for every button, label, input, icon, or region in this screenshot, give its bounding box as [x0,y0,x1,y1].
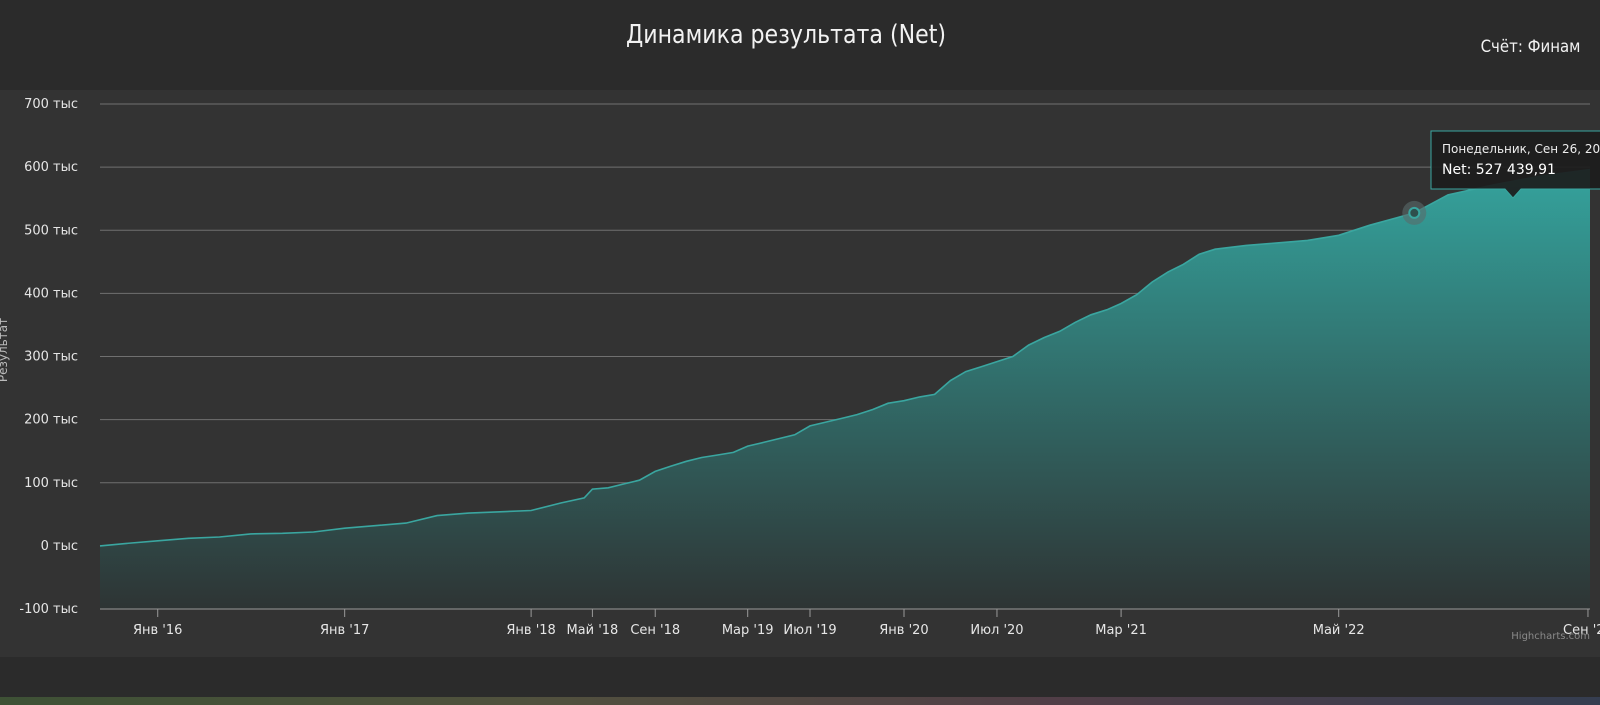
y-tick-label: 500 тыс [24,223,78,238]
chart-title: Динамика результата (Net) [625,20,947,50]
y-axis-title: Результат [0,318,10,382]
series-area-fill [100,169,1590,609]
y-tick-label: 0 тыс [41,539,78,554]
y-tick-label: 200 тыс [24,413,78,428]
x-tick-label: Май '22 [1313,623,1365,638]
x-tick-label: Янв '17 [320,623,369,638]
x-tick-label: Янв '16 [133,623,182,638]
x-tick-label: Май '18 [566,623,618,638]
hover-point[interactable] [1408,206,1421,219]
tooltip-date: Понедельник, Сен 26, 2022 [1442,142,1600,156]
x-tick-label: Июл '20 [970,623,1023,638]
area-chart[interactable]: -100 тыс 0 тыс 100 тыс 200 тыс 300 тыс 400 ты… [0,90,1600,657]
tooltip-value: Net: 527 439,91 [1442,162,1556,178]
plot-panel: -100 тыс 0 тыс 100 тыс 200 тыс 300 тыс 400 ты… [0,90,1600,657]
chart-header: Динамика результата (Net) Счёт: Финам [0,0,1600,90]
x-tick-label: Сен '18 [630,623,680,638]
y-tick-label: -100 тыс [19,602,78,617]
x-tick-label: Мар '19 [722,623,774,638]
account-label: Счёт: Финам [1480,37,1580,57]
series-area [99,168,1591,609]
x-tick-label: Янв '20 [879,623,928,638]
y-tick-label: 100 тыс [24,476,78,491]
x-tick-label: Мар '21 [1095,623,1147,638]
x-tick-label: Июл '19 [783,623,836,638]
y-tick-label: 300 тыс [24,350,78,365]
y-axis: -100 тыс 0 тыс 100 тыс 200 тыс 300 тыс 400 ты… [19,97,78,617]
bottom-strip [0,697,1600,705]
y-tick-label: 700 тыс [24,97,78,112]
x-axis: Янв '16 Янв '17 Янв '18 Май '18 Сен '18 Мар '… [100,608,1600,638]
x-tick-label: Янв '18 [506,623,555,638]
y-tick-label: 600 тыс [24,160,78,175]
highcharts-credit[interactable]: Highcharts.com [1511,631,1590,642]
y-tick-label: 400 тыс [24,286,78,301]
